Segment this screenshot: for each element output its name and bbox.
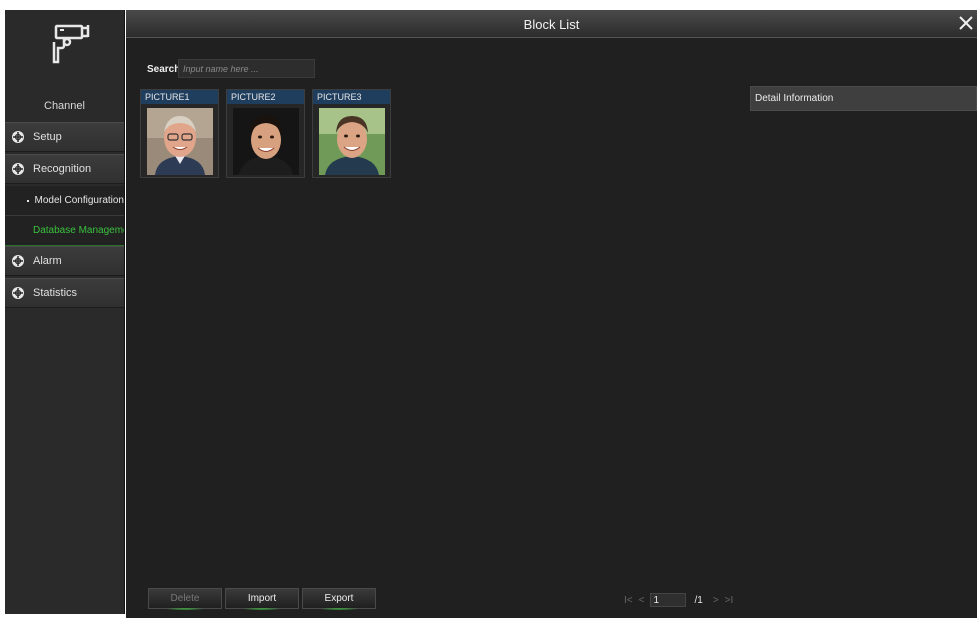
face-photo [233, 108, 299, 175]
search-input[interactable] [178, 59, 315, 78]
face-photo [147, 108, 213, 175]
picture-name: PICTURE3 [313, 90, 390, 104]
logo-area: Channel [5, 10, 124, 122]
crosshair-icon [12, 131, 24, 143]
page-number-input[interactable] [650, 593, 687, 607]
first-page-icon[interactable]: I< [624, 595, 633, 606]
crosshair-icon [12, 287, 24, 299]
submenu-label: Model Configuration [34, 195, 125, 206]
menu-item-label: Recognition [33, 163, 92, 175]
close-icon[interactable] [957, 14, 975, 32]
menu-item-label: Alarm [33, 255, 62, 267]
window-title: Block List [523, 17, 580, 32]
delete-button[interactable]: Delete [148, 588, 222, 610]
import-button[interactable]: Import [225, 588, 299, 610]
submenu-database-management[interactable]: Database Management [5, 216, 124, 246]
camera-icon [52, 24, 90, 64]
submenu-label: Database Management [33, 225, 124, 236]
pagination: I< < /1 > >I [624, 592, 739, 608]
menu-item-label: Statistics [33, 287, 78, 299]
menu-item-setup[interactable]: Setup [5, 122, 124, 152]
title-bar: Block List [126, 10, 977, 38]
crosshair-icon [12, 163, 24, 175]
menu-item-alarm[interactable]: Alarm [5, 246, 124, 276]
picture-card[interactable]: PICTURE1 [140, 89, 219, 178]
block-list-window: Block List Search PICTURE1 PICTURE2 [126, 10, 977, 618]
last-page-icon[interactable]: >I [725, 595, 734, 606]
menu-item-label: Setup [33, 131, 62, 143]
export-button[interactable]: Export [302, 588, 376, 610]
sidebar: Channel Setup Recognition Model Configur… [5, 10, 125, 614]
picture-name: PICTURE1 [141, 90, 218, 104]
next-page-icon[interactable]: > [713, 595, 719, 606]
picture-card[interactable]: PICTURE3 [312, 89, 391, 178]
picture-card[interactable]: PICTURE2 [226, 89, 305, 178]
page-total: /1 [694, 594, 703, 606]
search-label: Search [147, 64, 181, 75]
prev-page-icon[interactable]: < [639, 595, 645, 606]
crosshair-icon [12, 255, 24, 267]
channel-label: Channel [44, 100, 85, 112]
face-photo [319, 108, 385, 175]
picture-name: PICTURE2 [227, 90, 304, 104]
menu-item-recognition[interactable]: Recognition [5, 154, 124, 184]
detail-information-header: Detail Information [750, 86, 977, 111]
dash-icon [27, 199, 29, 202]
menu-item-statistics[interactable]: Statistics [5, 278, 124, 308]
submenu-model-configuration[interactable]: Model Configuration [5, 186, 124, 216]
